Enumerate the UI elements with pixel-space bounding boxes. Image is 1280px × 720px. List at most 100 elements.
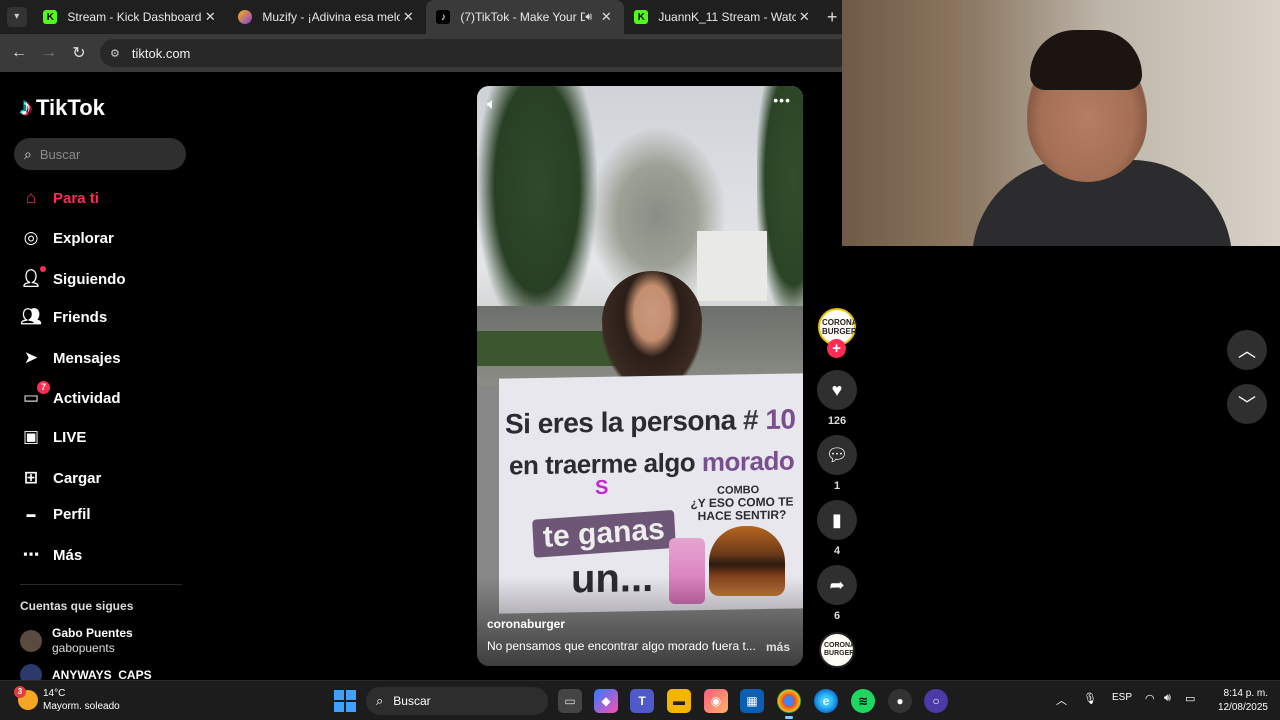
like-action[interactable]: ♥ 126 bbox=[817, 370, 857, 427]
taskbar-search-label: Buscar bbox=[393, 694, 431, 708]
kick-icon: K bbox=[634, 10, 649, 24]
copilot-icon[interactable]: ◆ bbox=[594, 689, 618, 713]
share-action[interactable]: ➦ 6 bbox=[817, 565, 857, 622]
webcam-overlay bbox=[842, 0, 1280, 246]
url-text: tiktok.com bbox=[131, 45, 191, 61]
clock-time: 8:14 p. m. bbox=[1223, 688, 1268, 699]
sidebar-item-label: Actividad bbox=[53, 389, 121, 407]
heart-icon[interactable]: ♥ bbox=[817, 370, 857, 410]
tiktok-logo[interactable]: ♪ TikTok bbox=[20, 94, 105, 122]
browser-tab[interactable]: K JuannK_11 Stream - Watch Live ✕ bbox=[624, 0, 822, 34]
music-disc[interactable]: CORONA BURGER bbox=[819, 632, 855, 668]
video-scene bbox=[477, 86, 597, 336]
store-icon[interactable]: ▦ bbox=[740, 689, 764, 713]
back-button[interactable]: ← bbox=[4, 44, 34, 62]
sidebar-item-friends[interactable]: 👥︎ Friends bbox=[20, 301, 107, 333]
start-button[interactable] bbox=[334, 690, 356, 712]
sidebar-item-label: Mensajes bbox=[53, 349, 121, 367]
browser-tab[interactable]: Muzify - ¡Adivina esa melodía! ✕ bbox=[228, 0, 426, 34]
weather-badge: 3 bbox=[14, 686, 26, 698]
weather-widget[interactable]: 3 14°C Mayorm. soleado bbox=[14, 686, 120, 713]
poster-line: Si eres la persona # 10 bbox=[505, 403, 795, 440]
bookmark-icon[interactable]: ▮ bbox=[817, 500, 857, 540]
previous-video-button[interactable]: ︿ bbox=[1227, 330, 1267, 370]
wifi-icon[interactable]: ◠ bbox=[1145, 692, 1155, 705]
chevron-down-icon: ▾ bbox=[6, 7, 27, 27]
spotify-icon[interactable]: ≋ bbox=[851, 689, 875, 713]
account-name: Gabo Puentes bbox=[52, 626, 133, 640]
weather-temp: 14°C bbox=[43, 688, 66, 699]
comment-action[interactable]: 💬︎ 1 bbox=[817, 435, 857, 492]
logo-text: TikTok bbox=[36, 95, 105, 120]
video-description: No pensamos que encontrar algo morado fu… bbox=[487, 639, 756, 653]
photos-icon[interactable]: ◉ bbox=[704, 689, 728, 713]
forward-button[interactable]: → bbox=[34, 44, 64, 62]
see-more-link[interactable]: más bbox=[766, 640, 790, 654]
avatar-text: CORONA BURGER bbox=[822, 318, 858, 336]
app-icon[interactable]: ○ bbox=[924, 689, 948, 713]
tab-search-button[interactable]: ▾ bbox=[0, 0, 33, 34]
browser-tab[interactable]: K Stream - Kick Dashboard ✕ bbox=[33, 0, 228, 34]
save-action[interactable]: ▮ 4 bbox=[817, 500, 857, 557]
new-tab-button[interactable]: + bbox=[822, 7, 842, 28]
close-icon[interactable]: ✕ bbox=[796, 9, 812, 25]
volume-icon[interactable]: 🔊︎ bbox=[1164, 692, 1171, 705]
follow-button[interactable]: + bbox=[827, 339, 846, 358]
chevron-up-icon[interactable]: ︿ bbox=[1056, 692, 1067, 708]
microphone-icon[interactable]: 🎙︎ bbox=[1083, 692, 1097, 705]
language-indicator[interactable]: ESP bbox=[1112, 692, 1132, 703]
clock[interactable]: 8:14 p. m. 12/08/2025 bbox=[1208, 687, 1268, 715]
search-input[interactable] bbox=[39, 146, 160, 162]
speaker-icon[interactable]: 🔊︎ bbox=[585, 11, 592, 24]
webcam-scene bbox=[1030, 30, 1142, 90]
reload-button[interactable]: ↻ bbox=[64, 43, 94, 63]
sidebar-item-explorar[interactable]: ◎ Explorar bbox=[20, 222, 114, 254]
comment-count: 1 bbox=[833, 480, 841, 492]
sidebar-item-actividad[interactable]: ▭ 7 Actividad bbox=[20, 381, 121, 414]
chrome-icon[interactable] bbox=[777, 689, 801, 719]
activity-icon: ▭ 7 bbox=[20, 381, 50, 409]
address-bar[interactable]: ⚙ tiktok.com bbox=[100, 39, 842, 67]
close-icon[interactable]: ✕ bbox=[202, 9, 218, 25]
video-player[interactable]: Si eres la persona # 10 en traerme algo … bbox=[477, 86, 803, 666]
sidebar-item-para-ti[interactable]: ⌂ Para ti bbox=[20, 182, 99, 214]
comment-icon[interactable]: 💬︎ bbox=[817, 435, 857, 475]
compass-icon: ◎ bbox=[23, 228, 39, 247]
search-box[interactable]: ⌕ bbox=[14, 138, 186, 170]
friends-icon: 👥︎ bbox=[20, 307, 42, 326]
sidebar-item-cargar[interactable]: ⊞ Cargar bbox=[20, 462, 101, 494]
following-account[interactable]: Gabo Puentes gabopuents bbox=[20, 626, 133, 656]
edge-icon[interactable]: e bbox=[814, 689, 838, 713]
sidebar-item-siguiendo[interactable]: 👤︎ Siguiendo bbox=[20, 263, 126, 295]
browser-toolbar: ← → ↻ ⚙ tiktok.com bbox=[0, 34, 842, 72]
sidebar-item-live[interactable]: ▣ LIVE bbox=[20, 421, 86, 453]
more-options-icon[interactable]: ••• bbox=[773, 92, 791, 108]
share-icon[interactable]: ➦ bbox=[817, 565, 857, 605]
taskbar-search[interactable]: ⌕ Buscar bbox=[366, 687, 548, 715]
site-settings-icon[interactable]: ⚙ bbox=[110, 47, 120, 60]
share-count: 6 bbox=[833, 610, 841, 622]
sidebar-item-perfil[interactable]: ▬ Perfil bbox=[20, 498, 91, 530]
video-author[interactable]: coronaburger bbox=[487, 617, 565, 631]
sidebar-item-mensajes[interactable]: ➤ Mensajes bbox=[20, 342, 121, 374]
close-icon[interactable]: ✕ bbox=[598, 9, 614, 25]
volume-icon[interactable]: 🔈︎ bbox=[487, 96, 497, 114]
sidebar-item-mas[interactable]: ⋯ Más bbox=[20, 539, 83, 571]
poster-text: morado bbox=[701, 445, 795, 478]
close-icon[interactable]: ✕ bbox=[400, 9, 416, 25]
chevron-down-icon: ﹀ bbox=[1238, 395, 1256, 415]
browser-tab-active[interactable]: ♪ (7)TikTok - Make Your Day 🔊︎ ✕ bbox=[426, 0, 625, 34]
windows-taskbar: 3 14°C Mayorm. soleado ⌕ Buscar ▭ ◆ T ▬ … bbox=[0, 680, 1280, 720]
sidebar-item-label: Friends bbox=[53, 308, 108, 326]
file-explorer-icon[interactable]: ▬ bbox=[667, 689, 691, 713]
more-icon: ⋯ bbox=[22, 545, 40, 564]
chevron-up-icon: ︿ bbox=[1238, 341, 1256, 361]
obs-icon[interactable]: ● bbox=[888, 689, 912, 713]
poster-text: en traerme algo bbox=[509, 447, 702, 481]
task-view-icon[interactable]: ▭ bbox=[558, 689, 582, 713]
next-video-button[interactable]: ﹀ bbox=[1227, 384, 1267, 424]
upload-icon: ⊞ bbox=[23, 468, 39, 487]
teams-icon[interactable]: T bbox=[630, 689, 654, 713]
battery-icon[interactable]: ▭ bbox=[1185, 692, 1195, 705]
tiktok-icon: ♪ bbox=[436, 10, 451, 24]
